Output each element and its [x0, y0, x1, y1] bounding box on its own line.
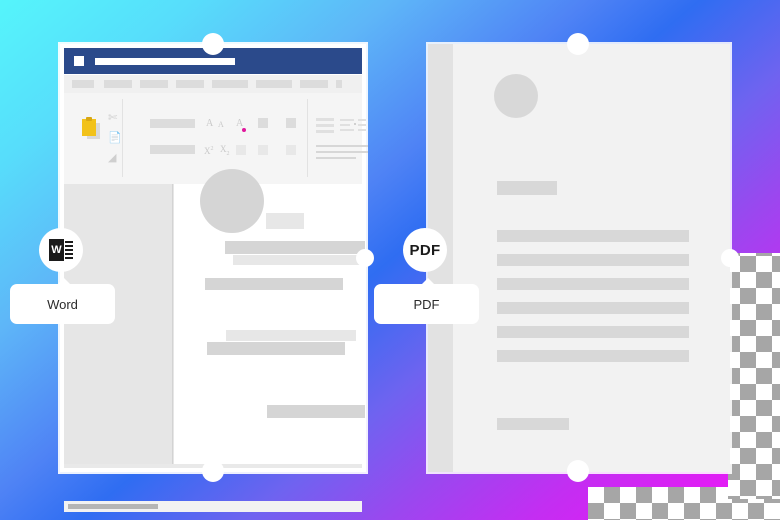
word-tooltip-label: Word [47, 296, 78, 312]
menu-item-8[interactable] [336, 80, 342, 88]
page-edge-divider [172, 184, 173, 464]
format-painter-icon[interactable]: ◢ [108, 153, 116, 164]
align-center-icon[interactable] [316, 151, 368, 153]
word-text-block [233, 255, 365, 265]
menu-item-7[interactable] [300, 80, 328, 88]
pdf-text-block [497, 418, 569, 430]
underline-icon[interactable] [236, 145, 246, 155]
grow-font-icon[interactable]: A [206, 119, 213, 129]
pdf-text-block [497, 302, 689, 314]
word-text-block [267, 405, 365, 418]
numbered-list-icon[interactable] [340, 119, 354, 121]
word-badge-circle[interactable]: W [39, 228, 83, 272]
handle-word-top[interactable] [202, 33, 224, 55]
highlight-color-swatch[interactable] [242, 128, 246, 132]
multilevel-list-icon-row3 [358, 129, 366, 131]
menu-item-4[interactable] [176, 80, 204, 88]
word-app-icon: W [49, 239, 73, 261]
handle-pdf-bottom[interactable] [567, 460, 589, 482]
bullet-list-icon-row3 [316, 130, 334, 133]
multilevel-list-icon-row2 [358, 124, 366, 126]
pdf-text-block [497, 254, 689, 266]
word-text-block [225, 241, 365, 254]
word-text-block [207, 342, 345, 355]
align-right-icon[interactable] [316, 157, 356, 159]
pdf-text-block [497, 230, 689, 242]
copy-icon[interactable]: 📄 [108, 133, 122, 144]
cut-scissors-icon[interactable]: ✄ [108, 113, 117, 124]
font-name-box[interactable] [150, 119, 195, 128]
word-page-avatar-placeholder [200, 169, 264, 233]
pdf-text-block [497, 181, 557, 195]
pdf-tooltip[interactable]: PDF [374, 278, 479, 324]
pdf-badge-circle[interactable]: PDF [403, 228, 447, 272]
pdf-text-block [497, 278, 689, 290]
numbered-list-icon-row3 [340, 129, 354, 131]
text-highlight-icon[interactable]: A [236, 119, 243, 129]
handle-pdf-right[interactable] [721, 249, 739, 267]
shrink-font-icon[interactable]: A [218, 120, 224, 129]
pdf-app-icon: PDF [409, 241, 441, 259]
word-text-block [266, 213, 304, 229]
multilevel-list-icon[interactable] [358, 119, 366, 121]
font-color-icon[interactable] [286, 145, 296, 155]
word-scrollbar-thumb[interactable] [68, 504, 158, 509]
bullet-list-icon-row2 [316, 124, 334, 127]
align-left-icon[interactable] [316, 145, 368, 147]
word-text-block [226, 330, 356, 341]
transparency-checkerboard-right [728, 253, 780, 499]
word-title-placeholder [95, 58, 235, 65]
word-menubar[interactable] [64, 75, 362, 93]
paste-icon[interactable] [82, 117, 100, 139]
illustration-canvas: ✄ 📄 ◢ A A A X2 X2 W Word PDF PDF [0, 0, 780, 520]
word-icon-letter: W [49, 239, 64, 261]
pdf-text-block [497, 326, 689, 338]
pdf-tooltip-label: PDF [413, 296, 440, 312]
bold-icon[interactable] [258, 118, 268, 128]
word-app-square-icon [74, 56, 84, 66]
menu-item-5[interactable] [212, 80, 248, 88]
strikethrough-icon[interactable] [258, 145, 268, 155]
word-tooltip[interactable]: Word [10, 278, 115, 324]
superscript-icon[interactable]: X2 [204, 145, 214, 156]
handle-word-bottom[interactable] [202, 460, 224, 482]
pdf-text-block [497, 350, 689, 362]
word-ribbon[interactable]: ✄ 📄 ◢ A A A X2 X2 [64, 93, 368, 184]
font-size-box[interactable] [150, 145, 195, 154]
menu-item-6[interactable] [256, 80, 292, 88]
numbered-list-icon-row2 [340, 124, 350, 126]
handle-pdf-top[interactable] [567, 33, 589, 55]
subscript-icon[interactable]: X2 [220, 145, 230, 159]
menu-item-1[interactable] [72, 80, 94, 88]
bullet-list-icon[interactable] [316, 118, 334, 121]
menu-item-2[interactable] [104, 80, 132, 88]
list-marker-dot [354, 123, 356, 125]
pdf-avatar-placeholder [494, 74, 538, 118]
handle-word-right[interactable] [356, 249, 374, 267]
word-text-block [205, 278, 343, 290]
menu-item-3[interactable] [140, 80, 168, 88]
italic-icon[interactable] [286, 118, 296, 128]
